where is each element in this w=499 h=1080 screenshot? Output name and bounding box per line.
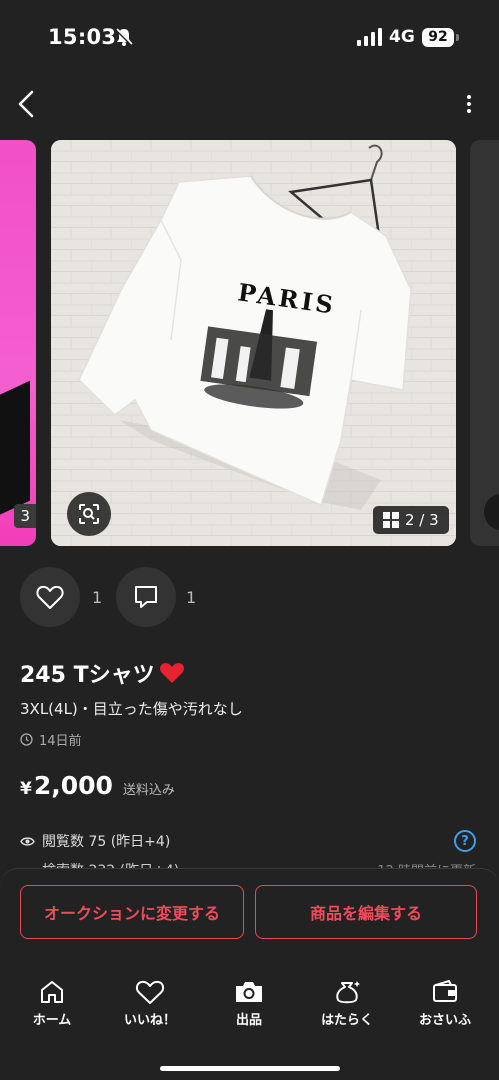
next-photo-button-partial (484, 494, 499, 530)
tab-likes[interactable]: いいね！ (110, 979, 190, 1028)
comment-button[interactable] (116, 567, 176, 627)
tab-home-label: ホーム (32, 1013, 72, 1028)
stats: 閲覧数 75 (昨日+4) ? 検索数 232 (昨日+4) 12 時間前に更新 (20, 830, 480, 874)
previous-photo[interactable]: 3 (0, 140, 36, 546)
more-dot-icon (467, 102, 471, 106)
tab-work[interactable]: はたらく (307, 979, 387, 1028)
posted-time: 14日前 (20, 730, 82, 749)
zoom-button[interactable] (67, 492, 111, 536)
bottom-sheet: オークションに変更する 商品を編集する ホーム いいね！ 出品 はたらく おさい… (0, 868, 499, 1080)
price-amount: 2,000 (33, 771, 113, 800)
status-bar: 15:03 4G 92 (0, 0, 499, 70)
tab-wallet-label: おさいふ (418, 1013, 471, 1028)
tab-work-label: はたらく (321, 1013, 373, 1028)
item-title-text: 245 Tシャツ (20, 663, 155, 688)
help-icon[interactable]: ? (454, 830, 476, 852)
more-dot-icon (467, 109, 471, 113)
grid-icon (383, 512, 399, 528)
photo-carousel[interactable]: 3 PARIS 2 / 3 (0, 140, 499, 546)
clock-icon (20, 733, 33, 746)
photo-shape (0, 380, 30, 520)
previous-photo-counter: 3 (14, 504, 36, 528)
heart-outline-icon (36, 585, 64, 609)
chevron-left-icon (18, 90, 34, 118)
shipping-label: 送料込み (122, 783, 175, 798)
views-text: 閲覧数 75 (昨日+4) (42, 834, 171, 850)
back-button[interactable] (10, 86, 42, 122)
wallet-icon (433, 980, 457, 1002)
red-heart-icon (159, 663, 184, 683)
heart-icon (135, 980, 165, 1004)
top-nav (0, 80, 499, 128)
tab-likes-label: いいね！ (123, 1013, 176, 1028)
item-condition: 3XL(4L)・目立った傷や汚れなし (20, 700, 243, 718)
photo-counter-text: 2 / 3 (405, 511, 439, 529)
tshirt-photo: PARIS (51, 140, 456, 546)
comment-count: 1 (186, 588, 197, 607)
edit-item-button[interactable]: 商品を編集する (255, 885, 477, 939)
signal-icon (357, 28, 382, 46)
home-icon (41, 981, 63, 1003)
tab-sell-label: 出品 (235, 1013, 262, 1028)
price-symbol: ¥ (20, 779, 32, 799)
home-indicator (160, 1066, 340, 1071)
like-button[interactable] (20, 567, 80, 627)
moneybag-icon (336, 981, 360, 1004)
tab-sell[interactable]: 出品 (209, 979, 289, 1028)
photo-counter: 2 / 3 (373, 506, 449, 534)
comment-icon (135, 586, 157, 608)
eye-icon (20, 836, 35, 846)
change-to-auction-button[interactable]: オークションに変更する (20, 885, 244, 939)
tab-bar: ホーム いいね！ 出品 はたらく おさいふ (0, 979, 499, 1039)
like-count: 1 (92, 588, 103, 607)
tab-home[interactable]: ホーム (12, 979, 92, 1028)
posted-time-text: 14日前 (39, 734, 82, 749)
price: ¥ 2,000 送料込み (20, 771, 175, 800)
action-row: 1 1 (20, 567, 220, 627)
more-options-button[interactable] (461, 90, 477, 118)
battery-tip (456, 34, 459, 41)
camera-icon (236, 982, 262, 1002)
next-photo[interactable] (470, 140, 499, 546)
zoom-scan-icon (79, 504, 99, 524)
battery-level: 92 (422, 28, 454, 47)
current-photo[interactable]: PARIS 2 / 3 (51, 140, 456, 546)
network-type: 4G (389, 27, 415, 47)
status-time: 15:03 (48, 25, 117, 49)
more-dot-icon (467, 95, 471, 99)
tab-wallet[interactable]: おさいふ (405, 979, 485, 1028)
views-stat: 閲覧数 75 (昨日+4) (20, 830, 480, 852)
item-title: 245 Tシャツ (20, 657, 185, 689)
bell-muted-icon (114, 27, 134, 47)
